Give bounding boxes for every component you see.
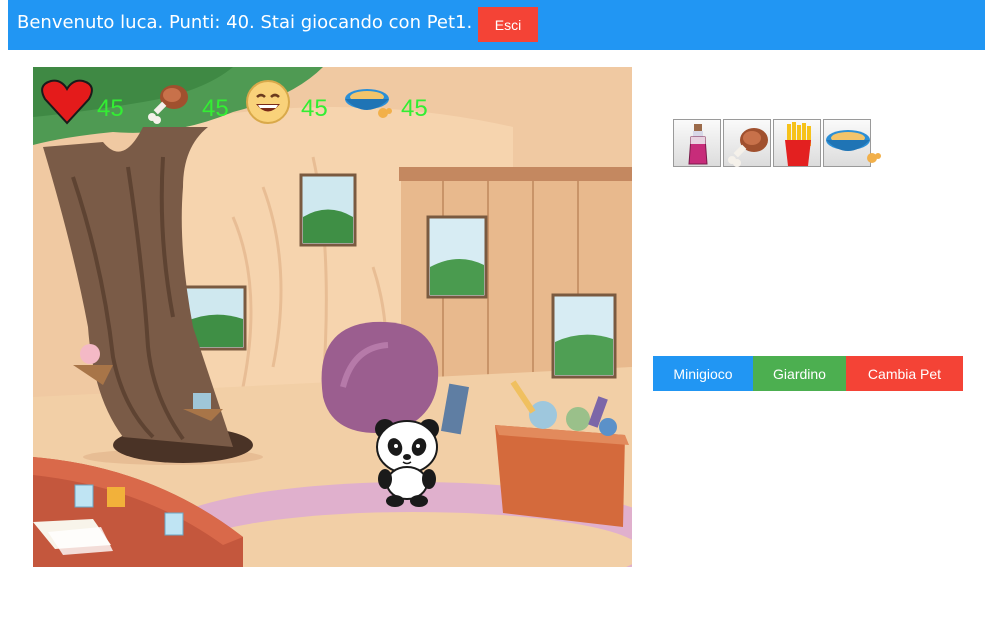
meat-icon [148,85,188,124]
inventory-slot-fries[interactable] [773,119,821,167]
garden-button[interactable]: Giardino [753,356,846,391]
happiness-stat: 45 [245,79,335,124]
change-pet-button[interactable]: Cambia Pet [846,356,963,391]
treehouse-room-background [33,67,632,567]
potion-icon [688,124,708,165]
fries-icon [785,122,811,166]
inventory-slot-food-bowl[interactable] [823,119,881,167]
game-scene: 45 45 45 45 [33,67,632,567]
welcome-message: Benvenuto luca. Punti: 40. Stai giocando… [17,12,473,33]
meat-icon [728,128,768,167]
exit-button[interactable]: Esci [478,7,538,42]
header-bar: Benvenuto luca. Punti: 40. Stai giocando… [8,0,985,50]
hunger-stat: 45 [146,79,236,124]
inventory-slot-meat[interactable] [723,119,771,167]
heart-icon [41,79,93,125]
panda-pet[interactable] [371,417,443,509]
food-stat: 45 [343,79,443,122]
health-stat: 45 [41,79,131,125]
hunger-value: 45 [202,95,229,122]
inventory-slot-potion[interactable] [673,119,721,167]
minigame-button[interactable]: Minigioco [653,356,753,391]
food-bowl-icon [345,89,392,118]
window-1 [299,173,357,247]
food-bowl-icon [826,130,881,163]
food-value: 45 [401,95,428,122]
health-value: 45 [97,95,124,122]
happy-face-icon [246,80,290,124]
happiness-value: 45 [301,95,328,122]
